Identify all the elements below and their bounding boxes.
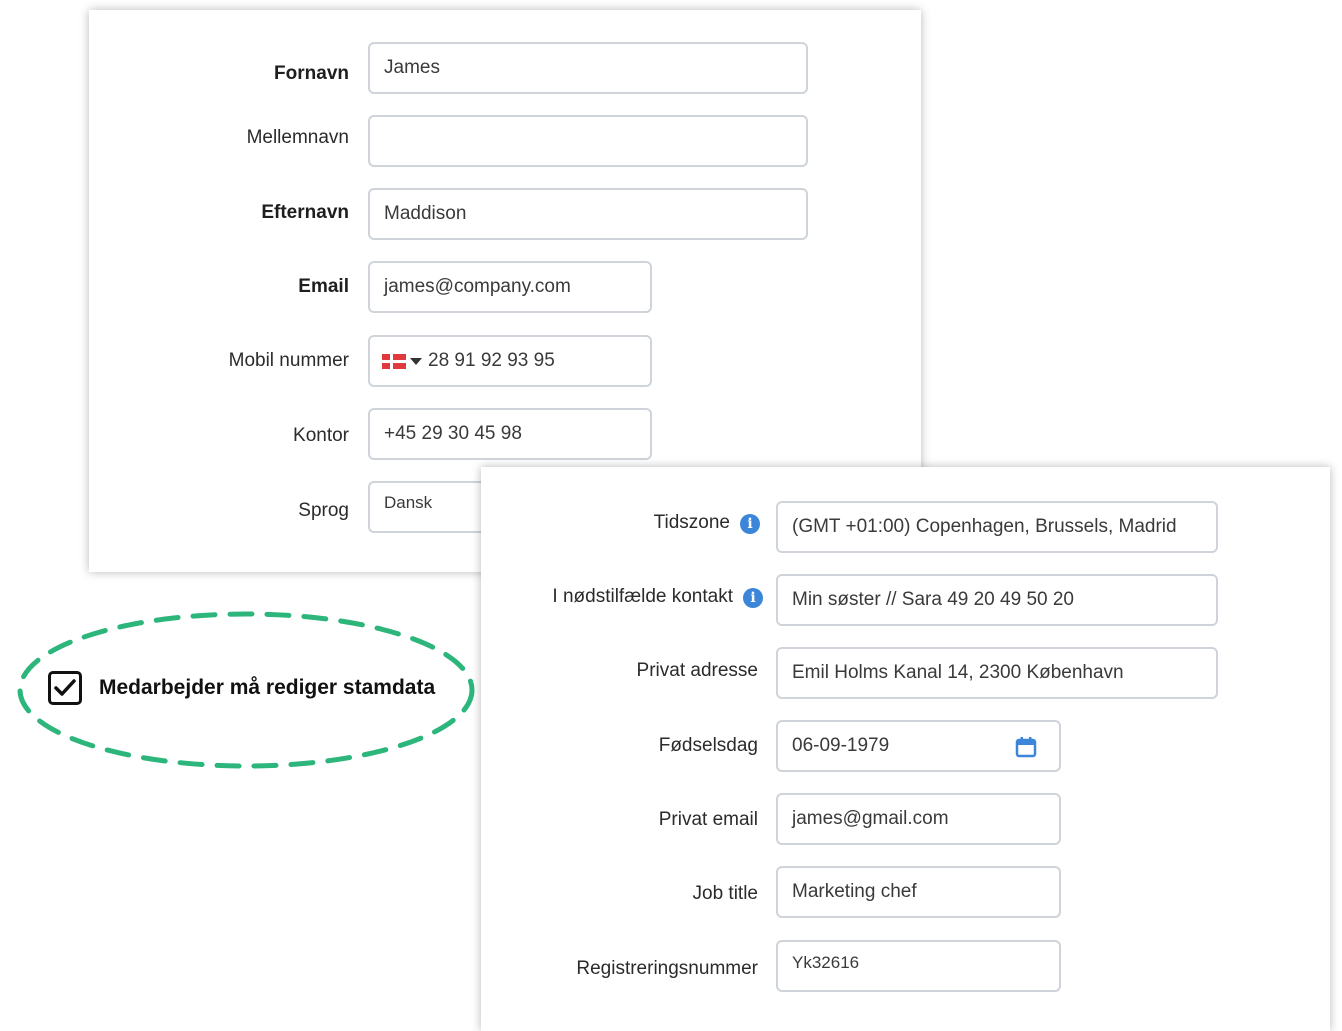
edit-master-data-label: Medarbejder må rediger stamdata <box>99 676 436 699</box>
employee-extended-form-card: Tidszone i (GMT +01:00) Copenhagen, Brus… <box>481 467 1330 1031</box>
job-title-input[interactable]: Marketing chef <box>776 866 1061 918</box>
private-email-input[interactable]: james@gmail.com <box>776 793 1061 845</box>
edit-master-data-checkbox-row[interactable]: Medarbejder må rediger stamdata <box>48 671 435 705</box>
edit-master-data-checkbox[interactable] <box>48 671 82 705</box>
office-phone-value: +45 29 30 45 98 <box>384 423 522 444</box>
caret-down-icon[interactable] <box>410 357 422 365</box>
last-name-label: Efternavn <box>261 202 349 223</box>
birthday-input[interactable]: 06-09-1979 <box>776 720 1061 772</box>
mobile-number-label: Mobil nummer <box>228 350 349 371</box>
language-value: Dansk <box>384 493 433 512</box>
emergency-contact-input[interactable]: Min søster // Sara 49 20 49 50 20 <box>776 574 1218 626</box>
emergency-contact-info-icon[interactable]: i <box>743 588 763 608</box>
timezone-label: Tidszone <box>653 512 730 533</box>
last-name-value: Maddison <box>384 203 467 224</box>
checkmark-icon <box>54 679 76 696</box>
timezone-value: (GMT +01:00) Copenhagen, Brussels, Madri… <box>792 516 1177 537</box>
email-input[interactable]: james@company.com <box>368 261 652 313</box>
middle-name-label: Mellemnavn <box>246 127 349 148</box>
private-address-label: Privat adresse <box>636 660 758 681</box>
denmark-flag-icon[interactable] <box>382 353 406 369</box>
private-address-value: Emil Holms Kanal 14, 2300 København <box>792 662 1124 683</box>
office-phone-label: Kontor <box>293 425 349 446</box>
first-name-value: James <box>384 57 440 78</box>
first-name-label: Fornavn <box>274 63 349 84</box>
registration-number-value: Yk32616 <box>792 953 860 972</box>
private-email-label: Privat email <box>658 809 758 830</box>
emergency-contact-value: Min søster // Sara 49 20 49 50 20 <box>792 589 1074 610</box>
emergency-contact-label: I nødstilfælde kontakt <box>552 586 733 607</box>
registration-number-input[interactable]: Yk32616 <box>776 940 1061 992</box>
email-label: Email <box>298 276 349 297</box>
page: Fornavn James Mellemnavn Efternavn Maddi… <box>0 0 1342 1031</box>
timezone-select[interactable]: (GMT +01:00) Copenhagen, Brussels, Madri… <box>776 501 1218 553</box>
mobile-number-input[interactable]: 28 91 92 93 95 <box>368 335 652 387</box>
registration-number-label: Registreringsnummer <box>576 958 758 979</box>
birthday-label: Fødselsdag <box>658 735 758 756</box>
job-title-label: Job title <box>692 883 758 904</box>
last-name-input[interactable]: Maddison <box>368 188 808 240</box>
timezone-info-icon[interactable]: i <box>740 514 760 534</box>
birthday-value: 06-09-1979 <box>792 735 890 756</box>
first-name-input[interactable]: James <box>368 42 808 94</box>
private-address-input[interactable]: Emil Holms Kanal 14, 2300 København <box>776 647 1218 699</box>
job-title-value: Marketing chef <box>792 881 917 902</box>
office-phone-input[interactable]: +45 29 30 45 98 <box>368 408 652 460</box>
calendar-icon[interactable] <box>1015 736 1037 758</box>
mobile-number-value: 28 91 92 93 95 <box>428 350 555 371</box>
middle-name-input[interactable] <box>368 115 808 167</box>
language-label: Sprog <box>298 500 349 521</box>
private-email-value: james@gmail.com <box>792 808 949 829</box>
email-value: james@company.com <box>384 276 571 297</box>
